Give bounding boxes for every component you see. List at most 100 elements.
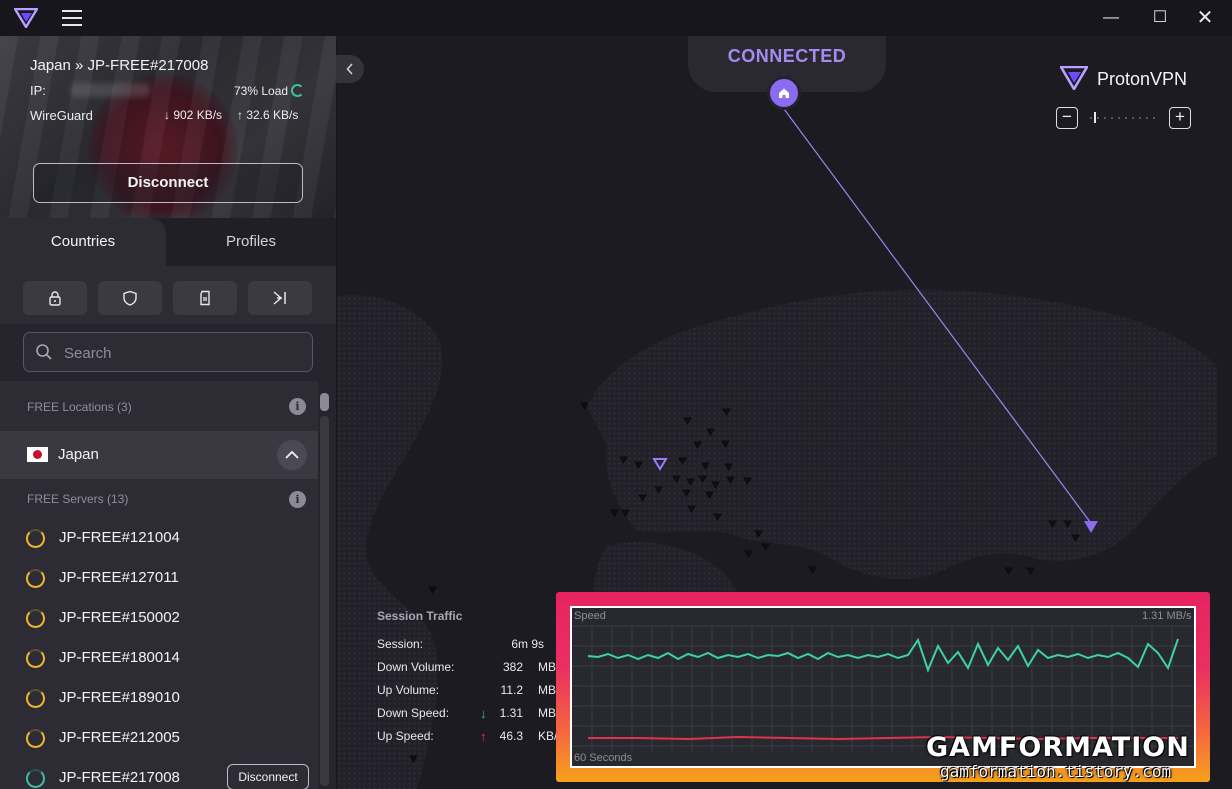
session-unit: MB bbox=[538, 683, 556, 697]
hamburger-menu-icon[interactable] bbox=[62, 10, 82, 26]
upload-speed: ↑ 32.6 KB/s bbox=[237, 108, 299, 122]
server-marker-icon[interactable] bbox=[1026, 567, 1035, 575]
session-row: Down Speed: ↓ 1.31 MB bbox=[377, 706, 577, 722]
session-unit: MB bbox=[538, 706, 556, 720]
server-marker-icon[interactable] bbox=[808, 566, 817, 574]
info-icon[interactable]: i bbox=[289, 491, 306, 508]
protonvpn-brand: ProtonVPN bbox=[1060, 66, 1200, 94]
country-row-japan[interactable]: Japan bbox=[0, 431, 318, 479]
search-box[interactable] bbox=[23, 332, 313, 372]
secure-core-button[interactable] bbox=[23, 281, 87, 315]
zoom-in-button[interactable]: + bbox=[1169, 107, 1191, 129]
port-forwarding-icon bbox=[200, 290, 210, 306]
server-marker-icon[interactable] bbox=[744, 550, 753, 558]
netshield-button[interactable] bbox=[98, 281, 162, 315]
protonvpn-logo-icon bbox=[14, 8, 38, 28]
port-forwarding-button[interactable] bbox=[173, 281, 237, 315]
collapse-sidebar-button[interactable] bbox=[336, 55, 364, 83]
japan-flag-icon bbox=[27, 447, 48, 462]
server-load: 73% Load bbox=[234, 84, 289, 98]
protonvpn-window: — ☐ ✕ Japan » JP-FREE#217008 IP: 73% Loa… bbox=[0, 0, 1232, 789]
disconnect-button[interactable]: Disconnect bbox=[33, 163, 303, 203]
session-label: Down Speed: bbox=[377, 706, 450, 720]
session-label: Down Volume: bbox=[377, 660, 455, 674]
server-load-icon bbox=[26, 689, 45, 708]
home-button[interactable] bbox=[767, 76, 801, 110]
graph-window-label: 60 Seconds bbox=[574, 752, 633, 764]
server-row[interactable]: JP-FREE#180014 bbox=[0, 638, 318, 678]
search-icon bbox=[36, 344, 52, 360]
server-name: JP-FREE#150002 bbox=[59, 609, 180, 626]
server-load-icon bbox=[26, 729, 45, 748]
split-tunneling-button[interactable] bbox=[248, 281, 312, 315]
server-row[interactable]: JP-FREE#121004 bbox=[0, 518, 318, 558]
graph-title: Speed bbox=[574, 610, 606, 622]
session-value: 6m 9s bbox=[511, 637, 544, 651]
session-traffic-title: Session Traffic bbox=[377, 609, 463, 623]
search-input[interactable] bbox=[64, 342, 294, 364]
zoom-slider-knob[interactable] bbox=[1094, 112, 1096, 123]
server-list: FREE Locations (3) i Japan FREE Servers … bbox=[0, 381, 318, 789]
server-load-icon bbox=[26, 609, 45, 628]
zoom-out-button[interactable]: − bbox=[1056, 107, 1078, 129]
load-ring-icon bbox=[291, 84, 304, 97]
minimize-button[interactable]: — bbox=[1098, 6, 1124, 30]
zoom-slider[interactable] bbox=[1090, 117, 1160, 119]
session-unit: KB/ bbox=[538, 729, 558, 743]
server-load-icon bbox=[26, 649, 45, 668]
server-marker-icon[interactable] bbox=[1004, 567, 1013, 575]
title-bar: — ☐ ✕ bbox=[0, 0, 1232, 36]
graph-max-label: 1.31 MB/s bbox=[1142, 610, 1192, 622]
download-speed: ↓ 902 KB/s bbox=[164, 108, 223, 122]
info-icon[interactable]: i bbox=[289, 398, 306, 415]
server-name: JP-FREE#189010 bbox=[59, 689, 180, 706]
server-marker-icon[interactable] bbox=[428, 586, 437, 594]
server-marker-icon[interactable] bbox=[610, 509, 619, 517]
protocol-label: WireGuard bbox=[30, 108, 93, 123]
session-label: Up Speed: bbox=[377, 729, 434, 743]
server-name: JP-FREE#127011 bbox=[59, 569, 179, 586]
watermark-url: gamformation.tistory.com bbox=[940, 762, 1172, 781]
server-load-icon bbox=[26, 529, 45, 548]
connection-status: CONNECTED bbox=[727, 46, 847, 66]
server-row[interactable]: JP-FREE#127011 bbox=[0, 558, 318, 598]
free-locations-header: FREE Locations (3) bbox=[27, 400, 132, 414]
server-name: JP-FREE#217008 bbox=[59, 769, 180, 786]
free-servers-header: FREE Servers (13) bbox=[27, 492, 129, 506]
europe-asia-landmass bbox=[587, 289, 1217, 580]
maximize-button[interactable]: ☐ bbox=[1147, 6, 1173, 30]
split-tunneling-icon bbox=[273, 291, 286, 305]
server-marker-icon[interactable] bbox=[580, 402, 589, 410]
shield-icon bbox=[123, 290, 137, 306]
server-row[interactable]: JP-FREE#150002 bbox=[0, 598, 318, 638]
feature-toolbar bbox=[0, 266, 336, 324]
country-name: Japan bbox=[58, 446, 99, 463]
tab-countries[interactable]: Countries bbox=[0, 218, 166, 266]
server-load-icon bbox=[26, 769, 45, 788]
download-speed-line bbox=[587, 637, 1179, 673]
collapse-country-button[interactable] bbox=[277, 440, 307, 470]
server-name: JP-FREE#212005 bbox=[59, 729, 180, 746]
lock-icon bbox=[49, 291, 61, 306]
server-marker-icon[interactable] bbox=[761, 543, 770, 551]
close-button[interactable]: ✕ bbox=[1192, 6, 1218, 30]
protonvpn-logo-icon bbox=[1060, 66, 1088, 90]
server-load-icon bbox=[26, 569, 45, 588]
scrollbar-thumb[interactable] bbox=[320, 393, 329, 411]
session-value: 1.31 bbox=[499, 706, 523, 720]
chevron-left-icon bbox=[346, 63, 353, 75]
session-value: 11.2 bbox=[500, 683, 523, 697]
session-label: Up Volume: bbox=[377, 683, 440, 697]
server-row[interactable]: JP-FREE#189010 bbox=[0, 678, 318, 718]
server-row-active[interactable]: JP-FREE#217008 Disconnect bbox=[0, 758, 318, 789]
ip-label: IP: bbox=[30, 83, 46, 98]
session-row: Up Volume: 11.2 MB bbox=[377, 683, 577, 699]
tab-profiles[interactable]: Profiles bbox=[166, 218, 336, 266]
session-value: 382 bbox=[502, 660, 523, 674]
session-row: Up Speed: ↑ 46.3 KB/ bbox=[377, 729, 577, 745]
server-disconnect-button[interactable]: Disconnect bbox=[227, 764, 309, 789]
server-name: JP-FREE#121004 bbox=[59, 529, 180, 546]
server-row[interactable]: JP-FREE#212005 bbox=[0, 718, 318, 758]
session-value: 46.3 bbox=[499, 729, 523, 743]
sidebar: Japan » JP-FREE#217008 IP: 73% Load Wire… bbox=[0, 36, 336, 789]
